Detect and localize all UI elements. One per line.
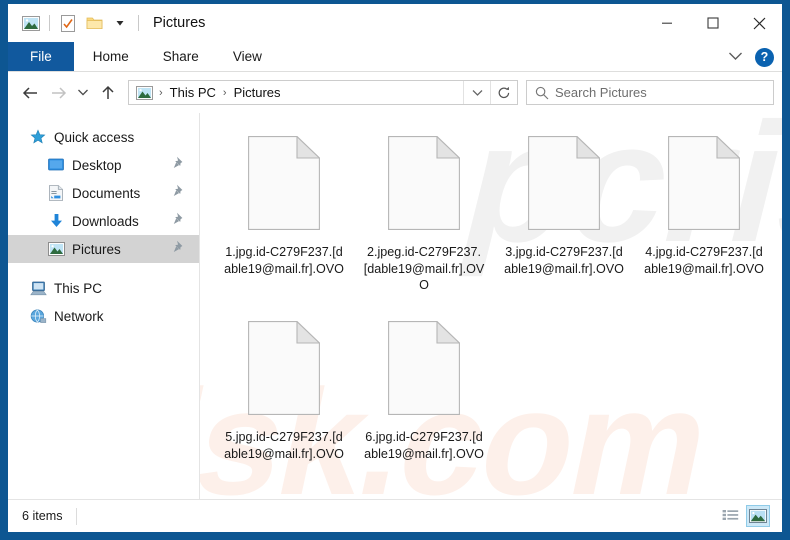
large-icons-view-button[interactable] bbox=[746, 505, 770, 527]
file-name: 4.jpg.id-C279F237.[dable19@mail.fr].OVO bbox=[644, 245, 764, 276]
status-bar: 6 items bbox=[8, 499, 782, 532]
quick-access-toolbar: Pictures bbox=[8, 10, 205, 36]
sidebar-item-quick-access[interactable]: Quick access bbox=[8, 123, 199, 151]
pictures-folder-icon bbox=[136, 85, 154, 101]
breadcrumb-separator-2: › bbox=[222, 86, 227, 99]
file-item[interactable]: 6.jpg.id-C279F237.[dable19@mail.fr].OVO bbox=[354, 312, 494, 497]
generic-file-icon bbox=[245, 316, 323, 420]
sidebar-label-documents: Documents bbox=[72, 185, 141, 201]
sidebar-item-downloads[interactable]: Downloads bbox=[8, 207, 199, 235]
file-name: 1.jpg.id-C279F237.[dable19@mail.fr].OVO bbox=[224, 245, 344, 276]
desktop-icon bbox=[46, 156, 66, 174]
recent-locations-chevron-icon[interactable] bbox=[72, 78, 94, 108]
customize-chevron-icon[interactable] bbox=[107, 10, 133, 36]
generic-file-icon bbox=[385, 131, 463, 235]
up-arrow-icon[interactable] bbox=[94, 78, 122, 108]
pin-icon[interactable] bbox=[173, 156, 185, 174]
breadcrumb: › This PC › Pictures bbox=[129, 85, 463, 101]
file-item[interactable]: 1.jpg.id-C279F237.[dable19@mail.fr].OVO bbox=[214, 127, 354, 312]
item-count: 6 items bbox=[22, 509, 63, 523]
star-icon bbox=[28, 128, 48, 146]
sidebar-label-network: Network bbox=[54, 308, 104, 324]
back-arrow-icon[interactable] bbox=[16, 78, 44, 108]
downloads-icon bbox=[46, 212, 66, 230]
file-list-view[interactable]: pcrisk risk.com 1.jpg.id-C279F237.[dable… bbox=[200, 113, 782, 499]
search-icon bbox=[535, 86, 549, 100]
tab-file[interactable]: File bbox=[8, 42, 74, 71]
window-title: Pictures bbox=[153, 15, 206, 31]
view-toggle-group bbox=[718, 505, 770, 527]
file-item[interactable]: 3.jpg.id-C279F237.[dable19@mail.fr].OVO bbox=[494, 127, 634, 312]
navigation-bar: › This PC › Pictures Search Pictures bbox=[8, 72, 782, 113]
help-button[interactable]: ? bbox=[755, 47, 774, 67]
window-controls bbox=[644, 4, 782, 42]
status-divider bbox=[75, 507, 77, 525]
breadcrumb-item-pictures[interactable]: Pictures bbox=[232, 85, 283, 100]
ribbon-tab-bar: File Home Share View ? bbox=[8, 42, 782, 72]
tab-home[interactable]: Home bbox=[76, 42, 146, 71]
sidebar-item-desktop[interactable]: Desktop bbox=[8, 151, 199, 179]
chevron-down-icon[interactable] bbox=[728, 48, 743, 66]
file-grid: 1.jpg.id-C279F237.[dable19@mail.fr].OVO … bbox=[214, 127, 782, 497]
network-icon bbox=[28, 307, 48, 325]
tab-view[interactable]: View bbox=[216, 42, 279, 71]
qat-divider bbox=[49, 15, 50, 31]
file-item[interactable]: 5.jpg.id-C279F237.[dable19@mail.fr].OVO bbox=[214, 312, 354, 497]
navigation-pane: Quick access Desktop Documents Downloads… bbox=[8, 113, 200, 499]
file-name: 5.jpg.id-C279F237.[dable19@mail.fr].OVO bbox=[224, 430, 344, 461]
breadcrumb-separator-1: › bbox=[159, 86, 163, 99]
generic-file-icon bbox=[525, 131, 603, 235]
pictures-icon bbox=[46, 240, 66, 258]
file-explorer-window: Pictures File Home Share View ? › This P… bbox=[8, 4, 782, 532]
generic-file-icon bbox=[245, 131, 323, 235]
new-folder-icon[interactable] bbox=[81, 10, 107, 36]
picture-icon[interactable] bbox=[18, 10, 44, 36]
close-button[interactable] bbox=[736, 4, 782, 42]
properties-checkbox-icon[interactable] bbox=[55, 10, 81, 36]
generic-file-icon bbox=[665, 131, 743, 235]
search-input[interactable]: Search Pictures bbox=[526, 80, 774, 105]
desktop-background: Pictures File Home Share View ? › This P… bbox=[0, 0, 790, 540]
minimize-button[interactable] bbox=[644, 4, 690, 42]
sidebar-label-downloads: Downloads bbox=[72, 213, 139, 229]
refresh-icon[interactable] bbox=[491, 81, 517, 104]
tab-share[interactable]: Share bbox=[146, 42, 216, 71]
sidebar-item-documents[interactable]: Documents bbox=[8, 179, 199, 207]
file-name: 2.jpeg.id-C279F237.[dable19@mail.fr].OVO bbox=[363, 245, 485, 292]
sidebar-label-this-pc: This PC bbox=[54, 280, 103, 296]
address-dropdown-chevron-icon[interactable] bbox=[464, 81, 490, 104]
pin-icon[interactable] bbox=[173, 240, 185, 258]
sidebar-label-quick-access: Quick access bbox=[54, 129, 135, 145]
pin-icon[interactable] bbox=[173, 184, 185, 202]
sidebar-label-pictures: Pictures bbox=[72, 241, 121, 257]
sidebar-label-desktop: Desktop bbox=[72, 157, 122, 173]
this-pc-icon bbox=[28, 279, 48, 297]
title-divider bbox=[138, 15, 139, 31]
sidebar-item-pictures[interactable]: Pictures bbox=[8, 235, 199, 263]
search-placeholder: Search Pictures bbox=[555, 85, 647, 100]
file-item[interactable]: 4.jpg.id-C279F237.[dable19@mail.fr].OVO bbox=[634, 127, 774, 312]
breadcrumb-item-this-pc[interactable]: This PC bbox=[168, 85, 218, 100]
sidebar-item-this-pc[interactable]: This PC bbox=[8, 274, 199, 302]
explorer-body: Quick access Desktop Documents Downloads… bbox=[8, 113, 782, 499]
documents-icon bbox=[46, 184, 66, 202]
details-view-button[interactable] bbox=[718, 505, 742, 527]
maximize-button[interactable] bbox=[690, 4, 736, 42]
address-bar[interactable]: › This PC › Pictures bbox=[128, 80, 518, 105]
pin-icon[interactable] bbox=[173, 212, 185, 230]
forward-arrow-icon bbox=[44, 78, 72, 108]
ribbon-actions: ? bbox=[728, 42, 774, 72]
file-name: 3.jpg.id-C279F237.[dable19@mail.fr].OVO bbox=[504, 245, 624, 276]
file-item[interactable]: 2.jpeg.id-C279F237.[dable19@mail.fr].OVO bbox=[354, 127, 494, 312]
title-bar: Pictures bbox=[8, 4, 782, 42]
file-name: 6.jpg.id-C279F237.[dable19@mail.fr].OVO bbox=[364, 430, 484, 461]
sidebar-item-network[interactable]: Network bbox=[8, 302, 199, 330]
generic-file-icon bbox=[385, 316, 463, 420]
